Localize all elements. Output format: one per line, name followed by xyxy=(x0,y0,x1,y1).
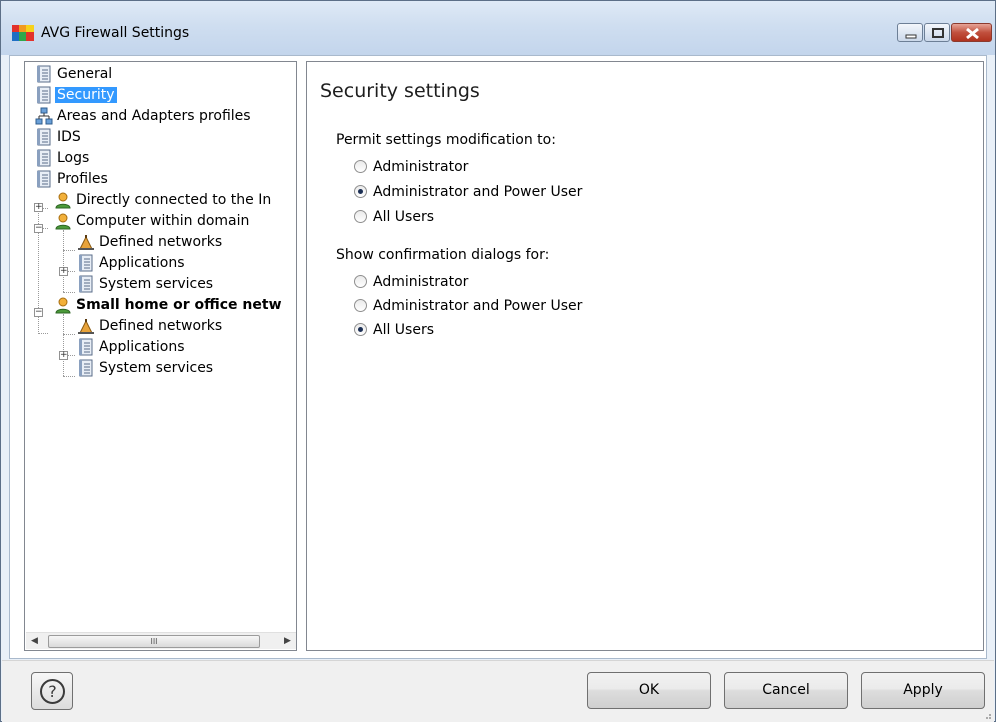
user-profile-icon xyxy=(55,213,71,230)
close-icon xyxy=(966,27,979,40)
tree-item-applications[interactable]: Applications xyxy=(77,253,187,273)
tree-item-general[interactable]: General xyxy=(35,64,114,84)
tree-item-label: System services xyxy=(99,360,214,376)
cancel-button[interactable]: Cancel xyxy=(724,672,848,709)
scroll-left-arrow-icon[interactable]: ◀ xyxy=(26,633,43,650)
window-title: AVG Firewall Settings xyxy=(41,25,190,41)
radio-button[interactable] xyxy=(354,299,367,312)
panel-title: Security settings xyxy=(320,80,480,102)
page-icon xyxy=(79,359,93,377)
tree-connector xyxy=(63,376,75,377)
page-icon xyxy=(79,338,93,356)
tree-item-profiles[interactable]: Profiles xyxy=(35,169,110,189)
radio-label: Administrator xyxy=(373,159,469,175)
tree-item-label: Defined networks xyxy=(99,318,223,334)
radio-label: Administrator and Power User xyxy=(373,298,583,314)
collapse-toggle[interactable]: − xyxy=(34,224,43,233)
radio-button[interactable] xyxy=(354,185,367,198)
radio-button[interactable] xyxy=(354,275,367,288)
tree-connector xyxy=(38,333,48,334)
tree-item-label: Profiles xyxy=(57,171,108,187)
scrollbar-grip: III xyxy=(150,637,158,646)
tree-item-system-services[interactable]: System services xyxy=(77,358,215,378)
tree-item-label: Applications xyxy=(99,339,185,355)
ok-button[interactable]: OK xyxy=(587,672,711,709)
permit-group-label: Permit settings modification to: xyxy=(336,132,556,148)
tree-horizontal-scrollbar[interactable]: ◀ III ▶ xyxy=(26,632,296,649)
tree-item-label: General xyxy=(57,66,113,82)
radio-label: Administrator and Power User xyxy=(373,184,583,200)
user-profile-icon xyxy=(55,192,71,209)
settings-tree[interactable]: General Security Areas and Adapters prof… xyxy=(24,61,297,651)
radio-label: Administrator xyxy=(373,274,469,290)
page-icon xyxy=(37,170,51,188)
tree-connector xyxy=(63,250,75,251)
tree-connector xyxy=(63,334,75,335)
radio-button[interactable] xyxy=(354,210,367,223)
tree-item-label: Directly connected to the In xyxy=(76,192,272,208)
tree-item-areas-adapters[interactable]: Areas and Adapters profiles xyxy=(35,106,253,126)
tree-item-directly-connected[interactable]: Directly connected to the In xyxy=(54,190,273,210)
radio-label: All Users xyxy=(373,209,435,225)
tree-item-label: Computer within domain xyxy=(76,213,250,229)
tree-connector xyxy=(63,314,64,376)
user-profile-icon xyxy=(55,297,71,314)
avg-logo-icon xyxy=(12,25,34,41)
apply-button[interactable]: Apply xyxy=(861,672,985,709)
maximize-icon xyxy=(932,28,944,38)
tree-item-ids[interactable]: IDS xyxy=(35,127,83,147)
tree-item-label: Defined networks xyxy=(99,234,223,250)
defined-networks-icon xyxy=(78,235,94,250)
collapse-toggle[interactable]: − xyxy=(34,308,43,317)
tree-connector xyxy=(63,292,75,293)
close-button[interactable] xyxy=(951,23,992,42)
tree-item-label: Logs xyxy=(57,150,90,166)
minimize-icon xyxy=(905,34,917,39)
tree-connector xyxy=(63,230,64,292)
network-icon xyxy=(35,107,53,125)
scrollbar-thumb[interactable]: III xyxy=(48,635,260,648)
radio-label: All Users xyxy=(373,322,435,338)
expand-toggle[interactable]: + xyxy=(59,267,68,276)
tree-item-label: System services xyxy=(99,276,214,292)
tree-item-defined-networks[interactable]: Defined networks xyxy=(77,232,224,252)
tree-item-system-services[interactable]: System services xyxy=(77,274,215,294)
page-icon xyxy=(37,128,51,146)
dialog-button-bar: ? OK Cancel Apply xyxy=(2,660,994,722)
minimize-button[interactable] xyxy=(897,23,923,42)
confirm-group-label: Show confirmation dialogs for: xyxy=(336,247,550,263)
security-settings-panel: Security settings Permit settings modifi… xyxy=(306,61,984,651)
tree-item-label: Small home or office netw xyxy=(76,297,282,313)
help-icon: ? xyxy=(40,679,65,704)
tree-item-logs[interactable]: Logs xyxy=(35,148,91,168)
page-icon xyxy=(79,254,93,272)
page-icon xyxy=(37,149,51,167)
expand-toggle[interactable]: + xyxy=(59,351,68,360)
tree-item-label: Applications xyxy=(99,255,185,271)
maximize-button[interactable] xyxy=(924,23,950,42)
page-icon xyxy=(37,65,51,83)
radio-button[interactable] xyxy=(354,323,367,336)
resize-grip-icon[interactable] xyxy=(982,710,992,720)
page-icon xyxy=(37,86,51,104)
radio-button[interactable] xyxy=(354,160,367,173)
tree-item-label: Security xyxy=(55,87,117,103)
firewall-settings-window: AVG Firewall Settings General Security A… xyxy=(0,0,996,722)
title-bar[interactable]: AVG Firewall Settings xyxy=(1,1,995,55)
tree-item-label: Areas and Adapters profiles xyxy=(57,108,251,124)
scroll-right-arrow-icon[interactable]: ▶ xyxy=(279,633,296,650)
tree-item-applications[interactable]: Applications xyxy=(77,337,187,357)
tree-item-security[interactable]: Security xyxy=(35,85,117,105)
defined-networks-icon xyxy=(78,319,94,334)
expand-toggle[interactable]: + xyxy=(34,203,43,212)
page-icon xyxy=(79,275,93,293)
tree-item-computer-within-domain[interactable]: Computer within domain xyxy=(54,211,251,231)
tree-item-small-home-office[interactable]: Small home or office netw xyxy=(54,295,284,315)
tree-item-label: IDS xyxy=(57,129,81,145)
help-button[interactable]: ? xyxy=(31,672,73,710)
tree-item-defined-networks[interactable]: Defined networks xyxy=(77,316,224,336)
